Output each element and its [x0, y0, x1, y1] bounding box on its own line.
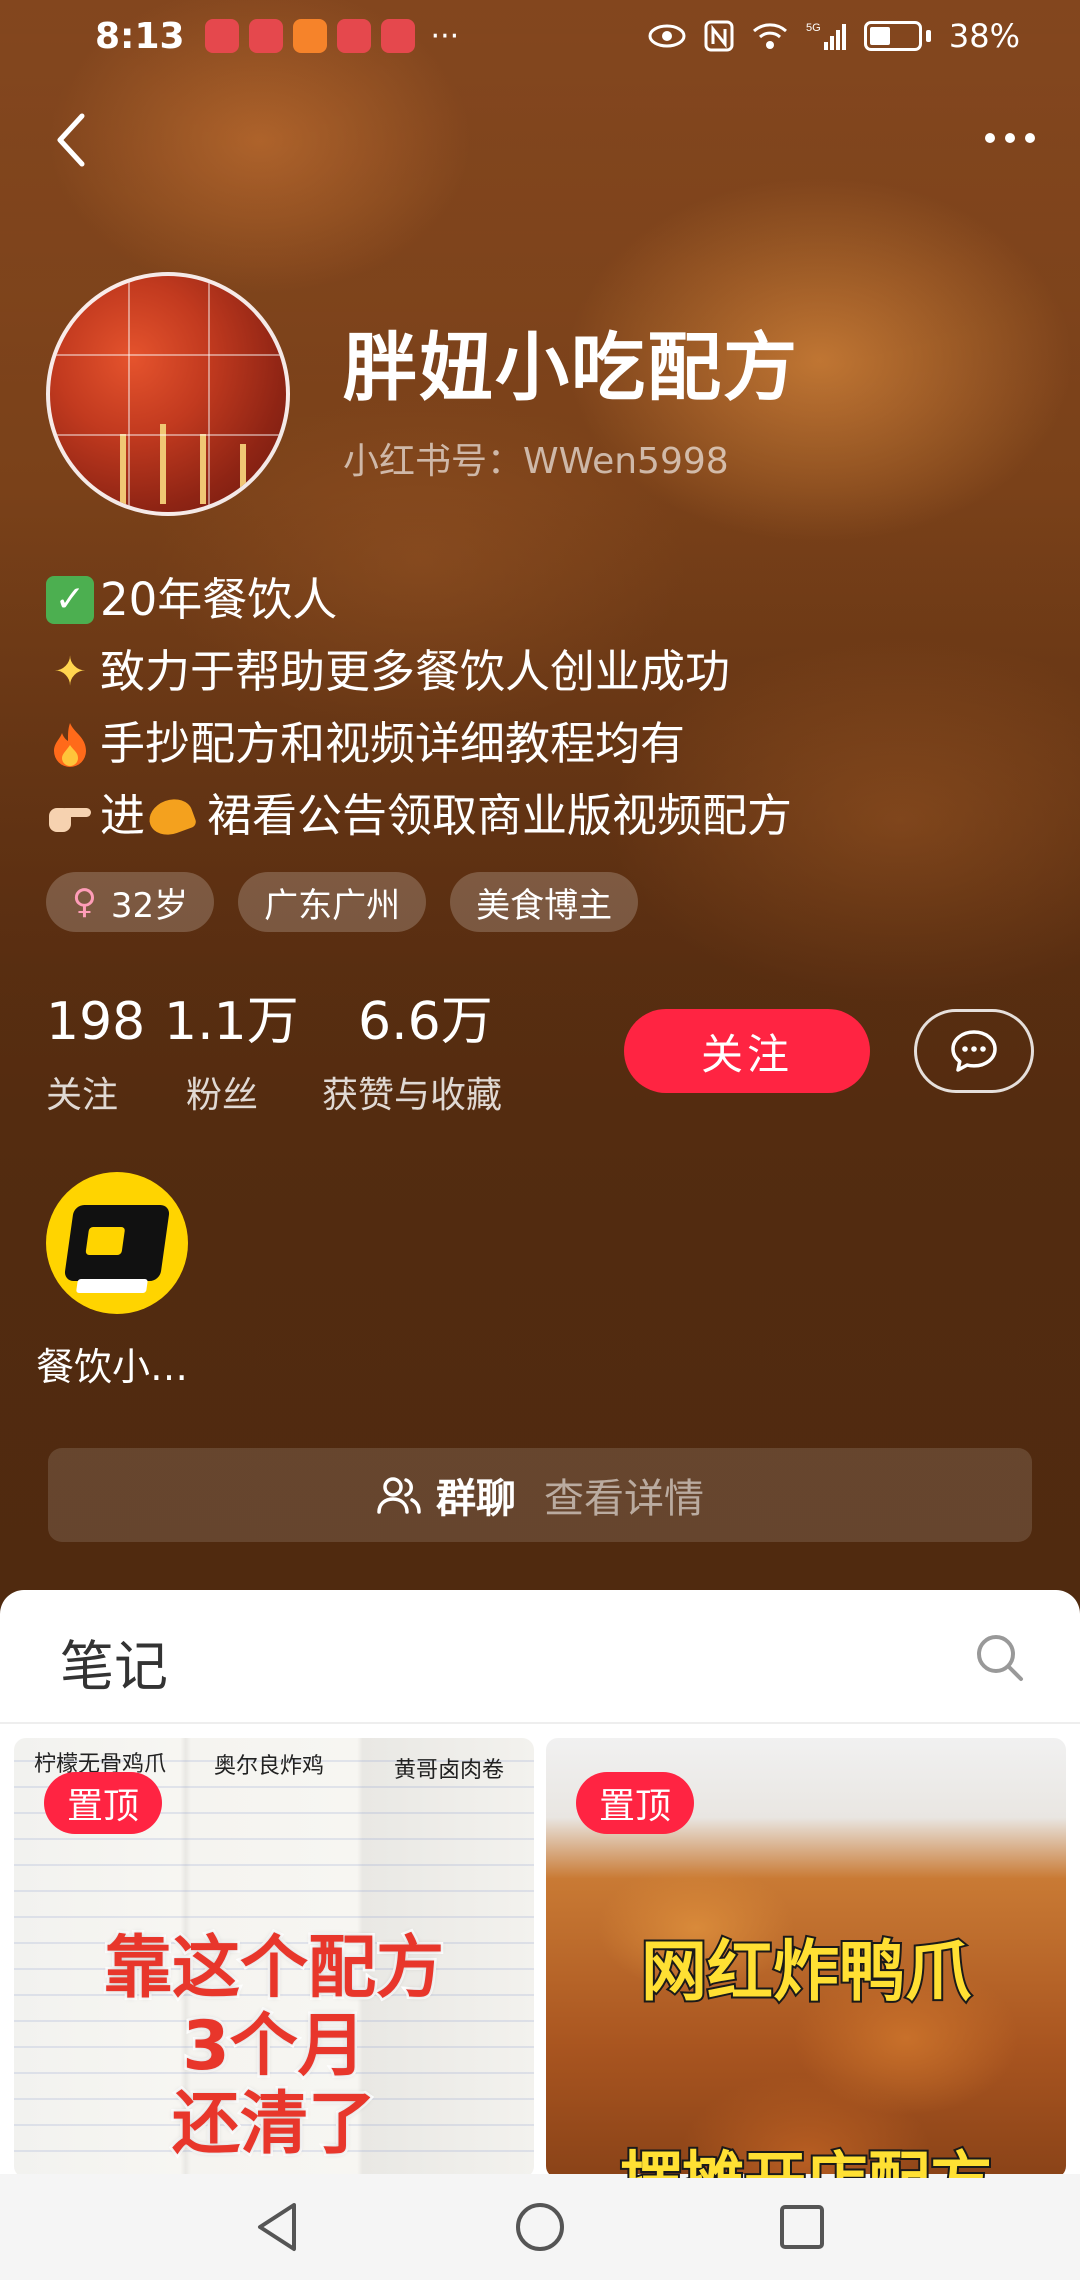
eye-icon: [648, 24, 686, 48]
tab-notes[interactable]: 笔记: [60, 1622, 168, 1701]
recipe-heading: 奥尔良炸鸡: [214, 1754, 325, 1779]
bio-line: ✦ 致力于帮助更多餐饮人创业成功: [46, 636, 1026, 708]
female-icon: ♀: [72, 882, 97, 922]
status-bar: 8:13 ··· 5G 38%: [0, 0, 1080, 72]
battery-icon: [863, 21, 922, 51]
circle-avatar[interactable]: [46, 1172, 188, 1314]
nav-home-button[interactable]: [512, 2199, 568, 2255]
group-chat-bar[interactable]: 群聊 查看详情: [48, 1448, 1032, 1542]
note-cover-headline: 网红炸鸭爪: [639, 1931, 973, 2012]
chat-bubble-icon: [951, 1030, 997, 1072]
party-popper-icon: [145, 792, 201, 840]
note-card[interactable]: 置顶 柠檬无骨鸡爪 奥尔良炸鸡 黄哥卤肉卷 靠这个配方 3个月 还清了: [14, 1738, 534, 2178]
pointing-hand-icon: [46, 792, 94, 840]
circle-logo-icon: [63, 1205, 171, 1281]
nfc-icon: [704, 20, 734, 52]
video-app-icon: [292, 19, 327, 53]
search-icon: [977, 1635, 1023, 1681]
xiaohongshu-app-icon: [380, 19, 415, 53]
bio-line: 手抄配方和视频详细教程均有: [46, 708, 1026, 780]
bio-line: ✓ 20年餐饮人: [46, 564, 1026, 636]
battery-percent: 38%: [948, 17, 1020, 55]
redbook-id[interactable]: 小红书号：WWen5998: [343, 432, 729, 484]
tag-age: ♀ 32岁: [46, 872, 215, 932]
svg-text:5G: 5G: [806, 22, 821, 34]
huawei-app-icon: [248, 19, 283, 53]
tag-location: 广东广州: [238, 872, 427, 932]
more-notifications: ···: [430, 18, 460, 54]
fire-icon: [46, 720, 94, 768]
message-button[interactable]: [914, 1009, 1034, 1093]
avatar[interactable]: [46, 272, 290, 516]
more-horizontal-icon: [985, 133, 995, 143]
huawei-app-icon: [336, 19, 371, 53]
note-card[interactable]: 置顶 网红炸鸭爪 摆摊开店配方: [546, 1738, 1066, 2178]
square-recents-icon: [780, 2205, 824, 2249]
battery-tip: [925, 30, 931, 42]
profile-tags: ♀ 32岁 广东广州 美食博主: [46, 872, 639, 932]
group-chat-label: 群聊: [436, 1476, 516, 1522]
group-chat-detail: 查看详情: [544, 1476, 704, 1522]
tag-category[interactable]: 美食博主: [450, 872, 639, 932]
profile-nickname: 胖妞小吃配方: [343, 325, 799, 411]
follow-button[interactable]: 关注: [624, 1009, 870, 1093]
huawei-app-icon: [204, 19, 239, 53]
more-options-button[interactable]: [970, 108, 1050, 168]
avatar-grid-overlay: [50, 276, 286, 512]
stat-likes-collections[interactable]: 6.6万 获赞与收藏: [322, 992, 502, 1118]
pinned-badge: 置顶: [44, 1772, 162, 1834]
signal-icon: 5G: [806, 22, 846, 50]
nav-back-button[interactable]: [250, 2199, 306, 2255]
system-navigation-bar: [0, 2174, 1080, 2280]
circle-home-icon: [516, 2203, 564, 2251]
note-cover-headline: 靠这个配方 3个月 还清了: [101, 1927, 446, 2166]
notes-search-button[interactable]: [972, 1630, 1028, 1686]
pinned-badge: 置顶: [576, 1772, 694, 1834]
status-time: 8:13: [95, 15, 185, 57]
divider: [0, 1722, 1080, 1724]
circle-name[interactable]: 餐饮小…: [36, 1336, 188, 1391]
nav-recents-button[interactable]: [774, 2199, 830, 2255]
stat-followers[interactable]: 1.1万 粉丝: [164, 992, 299, 1118]
note-cover-subline: 摆摊开店配方: [546, 2130, 1066, 2178]
check-mark-icon: ✓: [46, 576, 94, 624]
profile-bio[interactable]: ✓ 20年餐饮人 ✦ 致力于帮助更多餐饮人创业成功 手抄配方和视频详细教程均有 …: [46, 564, 1026, 852]
bio-line: 进 裙看公告领取商业版视频配方: [46, 780, 1026, 852]
wifi-icon: [752, 23, 787, 49]
recipe-heading: 黄哥卤肉卷: [394, 1758, 505, 1783]
triangle-back-icon: [258, 2203, 296, 2251]
chevron-left-icon: [57, 113, 85, 167]
group-users-icon: [377, 1477, 421, 1514]
stat-following[interactable]: 198 关注: [46, 992, 145, 1118]
sparkles-icon: ✦: [53, 649, 87, 695]
back-button[interactable]: [40, 100, 100, 180]
